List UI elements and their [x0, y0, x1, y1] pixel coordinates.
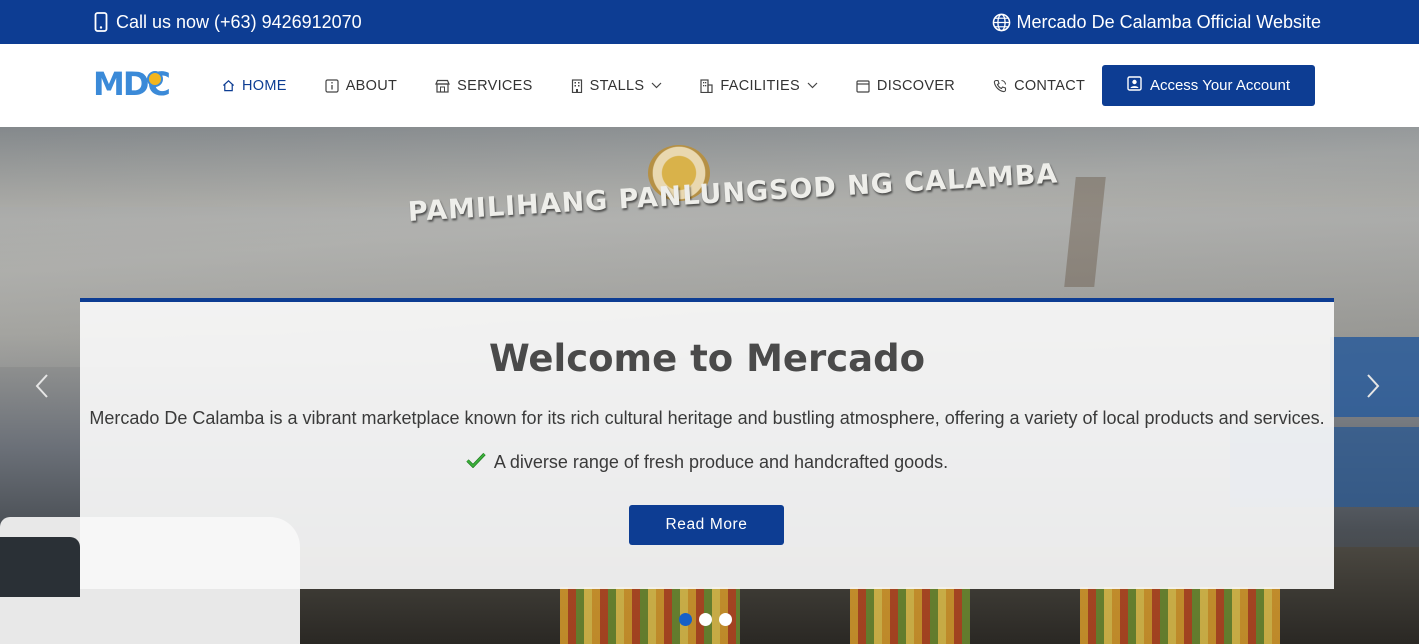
nav-home[interactable]: HOME [222, 78, 287, 94]
hero-fruit-stall [1080, 587, 1280, 644]
chevron-right-icon [1367, 374, 1380, 398]
globe-icon [992, 13, 1011, 32]
carousel-next-button[interactable] [1357, 371, 1387, 401]
shop-icon [435, 79, 451, 93]
hero-car-window [0, 537, 80, 597]
hero-caption-card: Welcome to Mercado Mercado De Calamba is… [80, 298, 1334, 589]
main-menu: HOME ABOUT SERVICES STALLS FACILITIES DI… [222, 44, 1123, 127]
logo-seal-icon [147, 71, 163, 87]
nav-services-label: SERVICES [457, 77, 533, 94]
access-account-label: Access Your Account [1149, 77, 1291, 94]
building-icon [571, 78, 583, 93]
website-info[interactable]: Mercado De Calamba Official Website [992, 0, 1321, 44]
nav-about[interactable]: ABOUT [325, 78, 397, 94]
site-logo[interactable]: MDC [93, 64, 171, 104]
website-text: Mercado De Calamba Official Website [1016, 11, 1321, 32]
nav-discover[interactable]: DISCOVER [856, 78, 955, 94]
nav-about-label: ABOUT [345, 77, 398, 94]
navbar: MDC HOME ABOUT SERVICES STALLS FACILITIE… [0, 44, 1419, 127]
home-icon [222, 79, 235, 92]
top-bar: Call us now (+63) 9426912070 Mercado De … [0, 0, 1419, 44]
hero-carousel: PAMILIHANG PANLUNGSOD NG CALAMBA Welcome… [0, 127, 1419, 644]
phone-icon [993, 79, 1007, 93]
hero-fruit-stall [850, 587, 970, 644]
nav-contact-label: CONTACT [1014, 77, 1086, 94]
user-badge-icon [1127, 76, 1142, 95]
hero-title: Welcome to Mercado [488, 337, 926, 380]
mobile-phone-icon [94, 12, 108, 32]
carousel-prev-button[interactable] [28, 371, 58, 401]
nav-stalls[interactable]: STALLS [571, 78, 663, 94]
nav-facilities[interactable]: FACILITIES [700, 78, 818, 94]
call-text: Call us now (+63) 9426912070 [116, 11, 362, 32]
call-info[interactable]: Call us now (+63) 9426912070 [94, 0, 362, 44]
nav-facilities-label: FACILITIES [720, 77, 800, 94]
carousel-dot-1[interactable] [679, 613, 692, 626]
hero-description: Mercado De Calamba is a vibrant marketpl… [89, 408, 1325, 428]
chevron-down-icon [807, 82, 818, 89]
nav-stalls-label: STALLS [589, 77, 645, 94]
nav-discover-label: DISCOVER [876, 77, 956, 94]
access-account-button[interactable]: Access Your Account [1102, 65, 1315, 106]
buildings-icon [700, 78, 713, 93]
carousel-dot-2[interactable] [699, 613, 712, 626]
nav-home-label: HOME [242, 77, 287, 94]
hero-feature-text: A diverse range of fresh produce and han… [493, 452, 949, 472]
chevron-left-icon [35, 374, 48, 398]
hero-feature-item: A diverse range of fresh produce and han… [80, 452, 1334, 473]
check-icon [466, 452, 486, 473]
read-more-button[interactable]: Read More [629, 505, 784, 545]
calendar-icon [856, 79, 870, 93]
info-icon [325, 78, 339, 93]
carousel-dot-3[interactable] [719, 613, 732, 626]
nav-contact[interactable]: CONTACT [993, 78, 1085, 94]
carousel-indicators [679, 613, 732, 626]
nav-services[interactable]: SERVICES [435, 78, 532, 94]
chevron-down-icon [651, 82, 662, 89]
